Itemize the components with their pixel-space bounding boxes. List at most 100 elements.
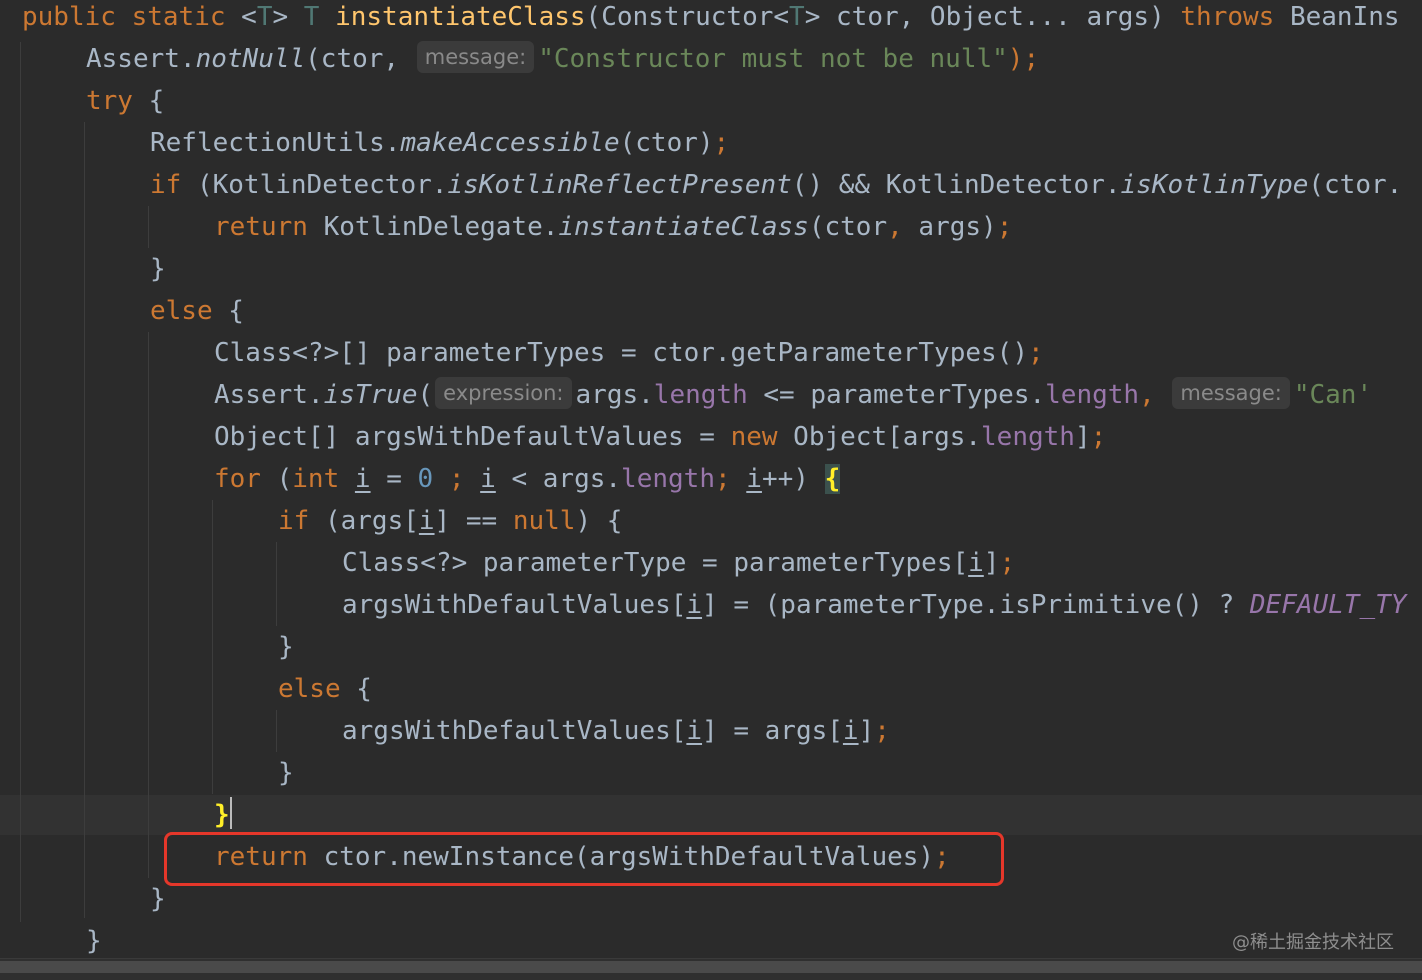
and-operator: () && KotlinDetector. [791, 170, 1121, 200]
keyword-try: try [86, 86, 133, 116]
code-line-make-accessible[interactable]: ReflectionUtils.makeAccessible(ctor); [0, 122, 729, 164]
keyword-else: else [278, 674, 341, 704]
code-line-else[interactable]: else { [0, 290, 244, 332]
loop-variable: i [746, 464, 762, 494]
kotlin-detector-class: (KotlinDetector. [181, 170, 448, 200]
array-init: Object[args. [777, 422, 982, 452]
code-line-close-if[interactable]: } [0, 248, 166, 290]
semicolon: ; [433, 464, 465, 494]
kotlin-type-args: (ctor. [1308, 170, 1403, 200]
return-type: T [303, 2, 320, 32]
semicolon: ; [1090, 422, 1107, 452]
code-line-assert-notnull[interactable]: Assert.notNull(ctor, message: "Constructo… [0, 38, 1039, 80]
code-line-args-with-defaults-decl[interactable]: Object[] argsWithDefaultValues = new Obj… [0, 416, 1106, 458]
semicolon: ; [996, 212, 1013, 242]
type-param-open: < [241, 2, 257, 32]
code-line-try[interactable]: try { [0, 80, 164, 122]
loop-variable: i [418, 506, 435, 536]
semicolon: ; [713, 128, 730, 158]
code-line-if-null[interactable]: if (args[i] == null) { [0, 500, 622, 542]
brace-open: { [132, 86, 165, 116]
brace-close: } [278, 632, 294, 662]
increment: ++) [761, 464, 825, 494]
args-index-open: (args[ [309, 506, 419, 536]
is-primitive-ternary: ] = (parameterType.isPrimitive() ? [702, 590, 1250, 620]
indent-guide [276, 542, 277, 626]
parameter-types-decl: Class<?>[] parameterTypes = ctor.getPara… [214, 338, 1028, 368]
kotlin-delegate-class: KotlinDelegate. [307, 212, 559, 242]
code-line-args-copy[interactable]: argsWithDefaultValues[i] = args[i]; [0, 710, 890, 752]
code-line-parameter-types[interactable]: Class<?>[] parameterTypes = ctor.getPara… [0, 332, 1044, 374]
code-line-close-if-null[interactable]: } [0, 626, 294, 668]
code-line-close-else[interactable]: } [0, 878, 166, 920]
code-editor[interactable]: public static <T> T instantiateClass(Con… [0, 0, 1422, 980]
compare-args: < args. [495, 464, 622, 494]
make-accessible-method[interactable]: makeAccessible [400, 128, 619, 158]
code-line-return-new-instance[interactable]: return ctor.newInstance(argsWithDefaultV… [0, 836, 950, 878]
matched-brace-close: } [214, 800, 230, 830]
brace-open: ) { [575, 506, 623, 536]
code-line-args-default-assign[interactable]: argsWithDefaultValues[i] = (parameterTyp… [0, 584, 1406, 626]
type-param-close: > [272, 2, 289, 32]
code-line-if-kotlin[interactable]: if (KotlinDetector.isKotlinReflectPresen… [0, 164, 1402, 206]
text-caret [229, 797, 232, 829]
indent-guide [276, 710, 277, 752]
params-type: T [789, 2, 805, 32]
indent-guide [84, 122, 85, 918]
keyword-return: return [214, 212, 308, 242]
assert-method[interactable]: notNull [196, 44, 306, 74]
keyword-new: new [730, 422, 778, 452]
length-field: length [1045, 380, 1140, 410]
reflection-utils-class: ReflectionUtils. [150, 128, 401, 158]
is-kotlin-reflect-present-method[interactable]: isKotlinReflectPresent [447, 170, 791, 200]
semicolon: ; [999, 548, 1016, 578]
keyword-throws: throws [1180, 2, 1275, 32]
code-line-return-kotlin[interactable]: return KotlinDelegate.instantiateClass(c… [0, 206, 1012, 248]
brace-close: } [150, 254, 166, 284]
exception-type: BeanIns [1289, 2, 1400, 32]
length-field: length [621, 464, 715, 494]
kotlin-args-rest: args) [902, 212, 997, 242]
code-line-close-try[interactable]: } [0, 920, 102, 962]
type-param: T [256, 2, 273, 32]
keyword-int: int [292, 464, 340, 494]
watermark: @稀土掘金技术社区 [1232, 932, 1394, 953]
indent-guide [148, 206, 149, 248]
bracket-close: ] [858, 716, 875, 746]
indent-guide [148, 332, 149, 878]
semicolon: ; [714, 464, 731, 494]
kotlin-instantiate-method[interactable]: instantiateClass [558, 212, 808, 242]
method-name[interactable]: instantiateClass [335, 2, 585, 32]
brace-open: { [340, 674, 372, 704]
loop-variable: i [968, 548, 984, 578]
keyword-for: for [214, 464, 261, 494]
keyword-static: static [131, 2, 226, 32]
is-true-method[interactable]: isTrue [324, 380, 418, 410]
kotlin-args: (ctor [808, 212, 888, 242]
keyword-else: else [150, 296, 213, 326]
brace-close: } [86, 926, 102, 956]
compare-operator: <= parameterTypes. [747, 380, 1046, 410]
code-line-assert-istrue[interactable]: Assert.isTrue(expression: args.length <= … [0, 374, 1372, 416]
brace-open: { [212, 296, 244, 326]
parameter-hint-message: message: [1172, 377, 1290, 409]
keyword-if: if [278, 506, 310, 536]
is-kotlin-type-method[interactable]: isKotlinType [1121, 170, 1309, 200]
code-line-method-signature[interactable]: public static <T> T instantiateClass(Con… [0, 0, 1400, 38]
scrollbar-thumb[interactable] [0, 961, 1422, 973]
length-field: length [653, 380, 748, 410]
parameter-hint-message: message: [416, 41, 535, 73]
code-line-else-inner[interactable]: else { [0, 668, 372, 710]
statement-end: ); [1007, 44, 1040, 74]
code-line-close-else-inner[interactable]: } [0, 752, 294, 794]
code-line-for-loop[interactable]: for (int i = 0 ; i < args.length; i++) { [0, 458, 841, 500]
keyword-if: if [150, 170, 182, 200]
code-line-parameter-type[interactable]: Class<?> parameterType = parameterTypes[… [0, 542, 1015, 584]
comma: , [1139, 380, 1155, 410]
keyword-public: public [22, 2, 116, 32]
string-literal: "Constructor must not be null" [538, 44, 1008, 74]
args-ref: args. [575, 380, 654, 410]
code-line-close-for[interactable]: } [0, 794, 232, 836]
horizontal-scrollbar[interactable] [0, 958, 1422, 980]
loop-variable: i [686, 716, 703, 746]
